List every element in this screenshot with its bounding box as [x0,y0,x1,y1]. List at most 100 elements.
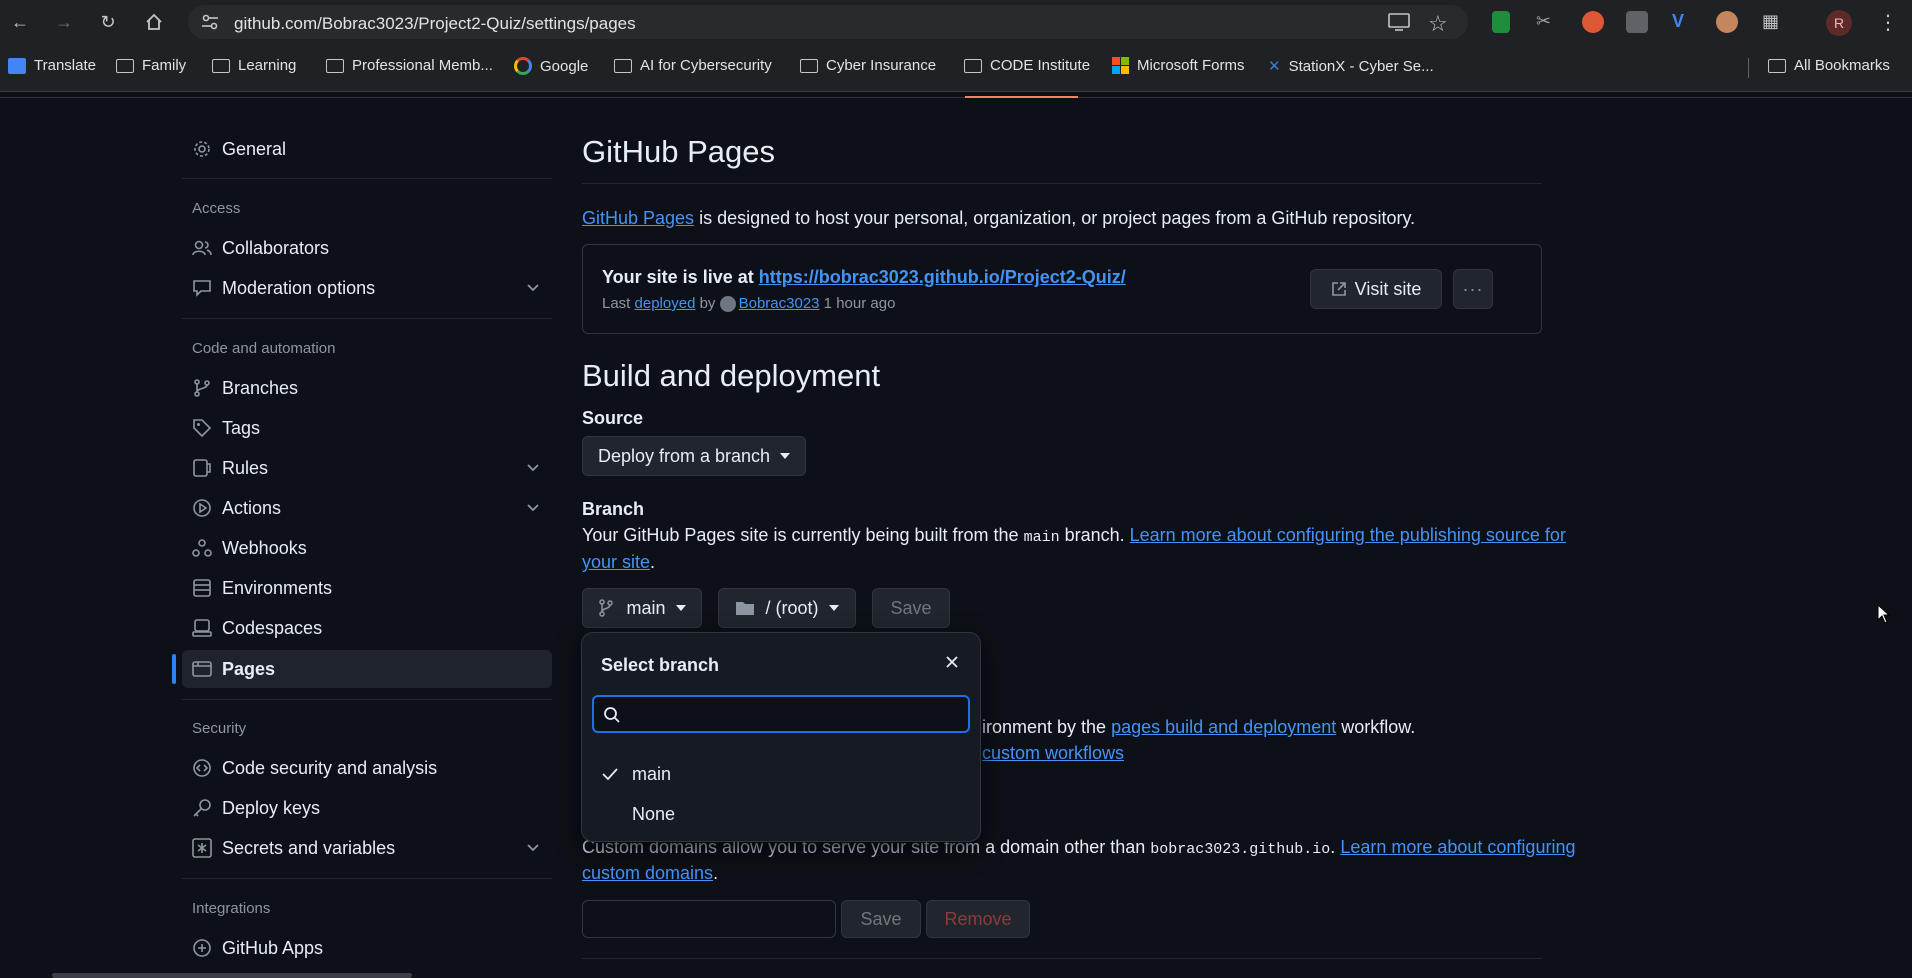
sidebar-item-moderation[interactable]: Moderation options [182,269,552,307]
link-external-icon [1331,281,1347,297]
custom-domain-save-button[interactable]: Save [841,900,921,938]
back-icon[interactable]: ← [6,8,34,36]
custom-domains-link[interactable]: Learn more about configuring [1340,837,1575,857]
bookmark-cyber-insurance[interactable]: Cyber Insurance [800,57,936,74]
period: . [650,552,656,572]
all-bookmarks[interactable]: All Bookmarks [1768,57,1890,74]
bookmark-google[interactable]: Google [514,57,588,75]
home-icon[interactable] [140,8,168,36]
sidebar-item-label: Secrets and variables [222,837,396,858]
sidebar-item-webhooks[interactable]: Webhooks [182,529,552,567]
branch-option-none[interactable]: None [590,797,970,833]
pages-build-deployment-link[interactable]: pages build and deployment [1111,717,1336,737]
folder-select-button[interactable]: / (root) [718,588,856,628]
site-settings-icon[interactable] [200,13,220,31]
extension-duckduckgo-icon[interactable] [1582,11,1604,33]
sidebar-item-rules[interactable]: Rules [182,449,552,487]
custom-domain-input[interactable] [582,900,836,938]
search-icon [603,706,621,724]
address-bar[interactable]: github.com/Bobrac3023/Project2-Quiz/sett… [188,5,1468,39]
folder-icon [212,58,230,73]
extension-grey-icon[interactable] [1626,11,1648,33]
extensions-puzzle-icon[interactable]: ▦ [1762,11,1784,33]
browser-menu-icon[interactable]: ⋮ [1878,10,1898,35]
sidebar-item-label: Tags [222,417,261,438]
sidebar-item-general[interactable]: General [182,130,552,168]
triangle-down-icon [780,453,791,459]
play-circle-icon [192,498,212,518]
extension-cookie-icon[interactable] [1716,11,1738,33]
bookmark-professional[interactable]: Professional Memb... [326,57,493,74]
sidebar-item-codespaces[interactable]: Codespaces [182,609,552,647]
branch-search-field[interactable] [628,701,958,727]
bookmark-ai-cybersecurity[interactable]: AI for Cybersecurity [614,57,772,74]
sidebar-item-code-security[interactable]: Code security and analysis [182,749,552,787]
bookmark-microsoft-forms[interactable]: Microsoft Forms [1112,57,1245,74]
last-text: Last [602,295,635,312]
user-avatar[interactable] [719,295,736,312]
bookmark-learning[interactable]: Learning [212,57,296,74]
codescan-icon [192,758,212,778]
bookmark-family[interactable]: Family [116,57,186,74]
browser-toolbar: ← → ↻ github.com/Bobrac3023/Project2-Qui… [0,0,1912,44]
sidebar-item-collaborators[interactable]: Collaborators [182,229,552,267]
sidebar-active-indicator [172,654,176,684]
branch-select-button[interactable]: main [582,588,702,628]
rules-icon [192,458,212,478]
bookmark-star-icon[interactable]: ☆ [1428,11,1448,37]
live-site-url-link[interactable]: https://bobrac3023.github.io/Project2-Qu… [759,267,1126,287]
publishing-source-link-cont[interactable]: your site [582,552,650,572]
scrollbar-thumb[interactable] [52,973,412,978]
github-pages-link[interactable]: GitHub Pages [582,208,694,228]
chevron-down-icon[interactable] [526,463,540,473]
extension-green-icon[interactable] [1492,11,1510,33]
bookmark-label: Translate [34,57,96,74]
source-dropdown[interactable]: Deploy from a branch [582,436,806,476]
branch-label: Branch [582,499,645,519]
extension-scissors-icon[interactable]: ✂ [1536,11,1558,33]
sidebar-item-environments[interactable]: Environments [182,569,552,607]
sidebar-item-deploy-keys[interactable]: Deploy keys [182,789,552,827]
reload-icon[interactable]: ↻ [94,8,122,36]
sidebar-item-tags[interactable]: Tags [182,409,552,447]
triangle-down-icon [828,605,839,611]
sidebar-item-pages[interactable]: Pages [182,650,552,688]
bookmark-label: Cyber Insurance [826,57,937,74]
bookmark-translate[interactable]: Translate [8,57,96,74]
install-app-icon[interactable] [1388,13,1410,31]
user-link[interactable]: Bobrac3023 [739,295,820,312]
branch-save-button[interactable]: Save [872,588,950,628]
profile-avatar[interactable]: R [1826,10,1852,36]
sidebar-item-branches[interactable]: Branches [182,369,552,407]
close-icon[interactable] [945,655,959,669]
folder-icon [800,58,818,73]
workflow-text: workflow. [1336,717,1416,737]
title-divider [582,183,1542,184]
sidebar-item-label: General [222,138,287,159]
chevron-down-icon[interactable] [526,843,540,853]
branch-search-input[interactable] [592,695,970,733]
bookmark-code-institute[interactable]: CODE Institute [964,57,1090,74]
extension-v-icon[interactable]: V [1672,11,1694,33]
sidebar-item-github-apps[interactable]: GitHub Apps [182,929,552,967]
visit-site-button[interactable]: Visit site [1310,269,1442,309]
branch-option-main[interactable]: main [590,757,970,793]
branch-description-line2: your site. [582,552,655,573]
chevron-down-icon[interactable] [526,503,540,513]
bookmark-label: CODE Institute [990,57,1091,74]
sidebar-item-label: Rules [222,457,269,478]
custom-domain-remove-button[interactable]: Remove [926,900,1030,938]
sidebar-item-actions[interactable]: Actions [182,489,552,527]
more-options-button[interactable]: ··· [1453,269,1493,309]
custom-workflows-link[interactable]: custom workflows [982,743,1124,763]
sidebar-item-secrets[interactable]: Secrets and variables [182,829,552,867]
chevron-down-icon[interactable] [526,283,540,293]
deployed-link[interactable]: deployed [635,295,696,312]
folder-icon [735,600,755,616]
bookmark-stationx[interactable]: ✕ StationX - Cyber Se... [1268,57,1434,76]
url-text[interactable]: github.com/Bobrac3023/Project2-Quiz/sett… [234,14,636,34]
forward-icon[interactable]: → [50,8,78,36]
folder-icon [1768,58,1786,73]
publishing-source-link[interactable]: Learn more about configuring the publish… [1130,525,1566,545]
custom-domains-link-cont[interactable]: custom domains [582,863,713,883]
